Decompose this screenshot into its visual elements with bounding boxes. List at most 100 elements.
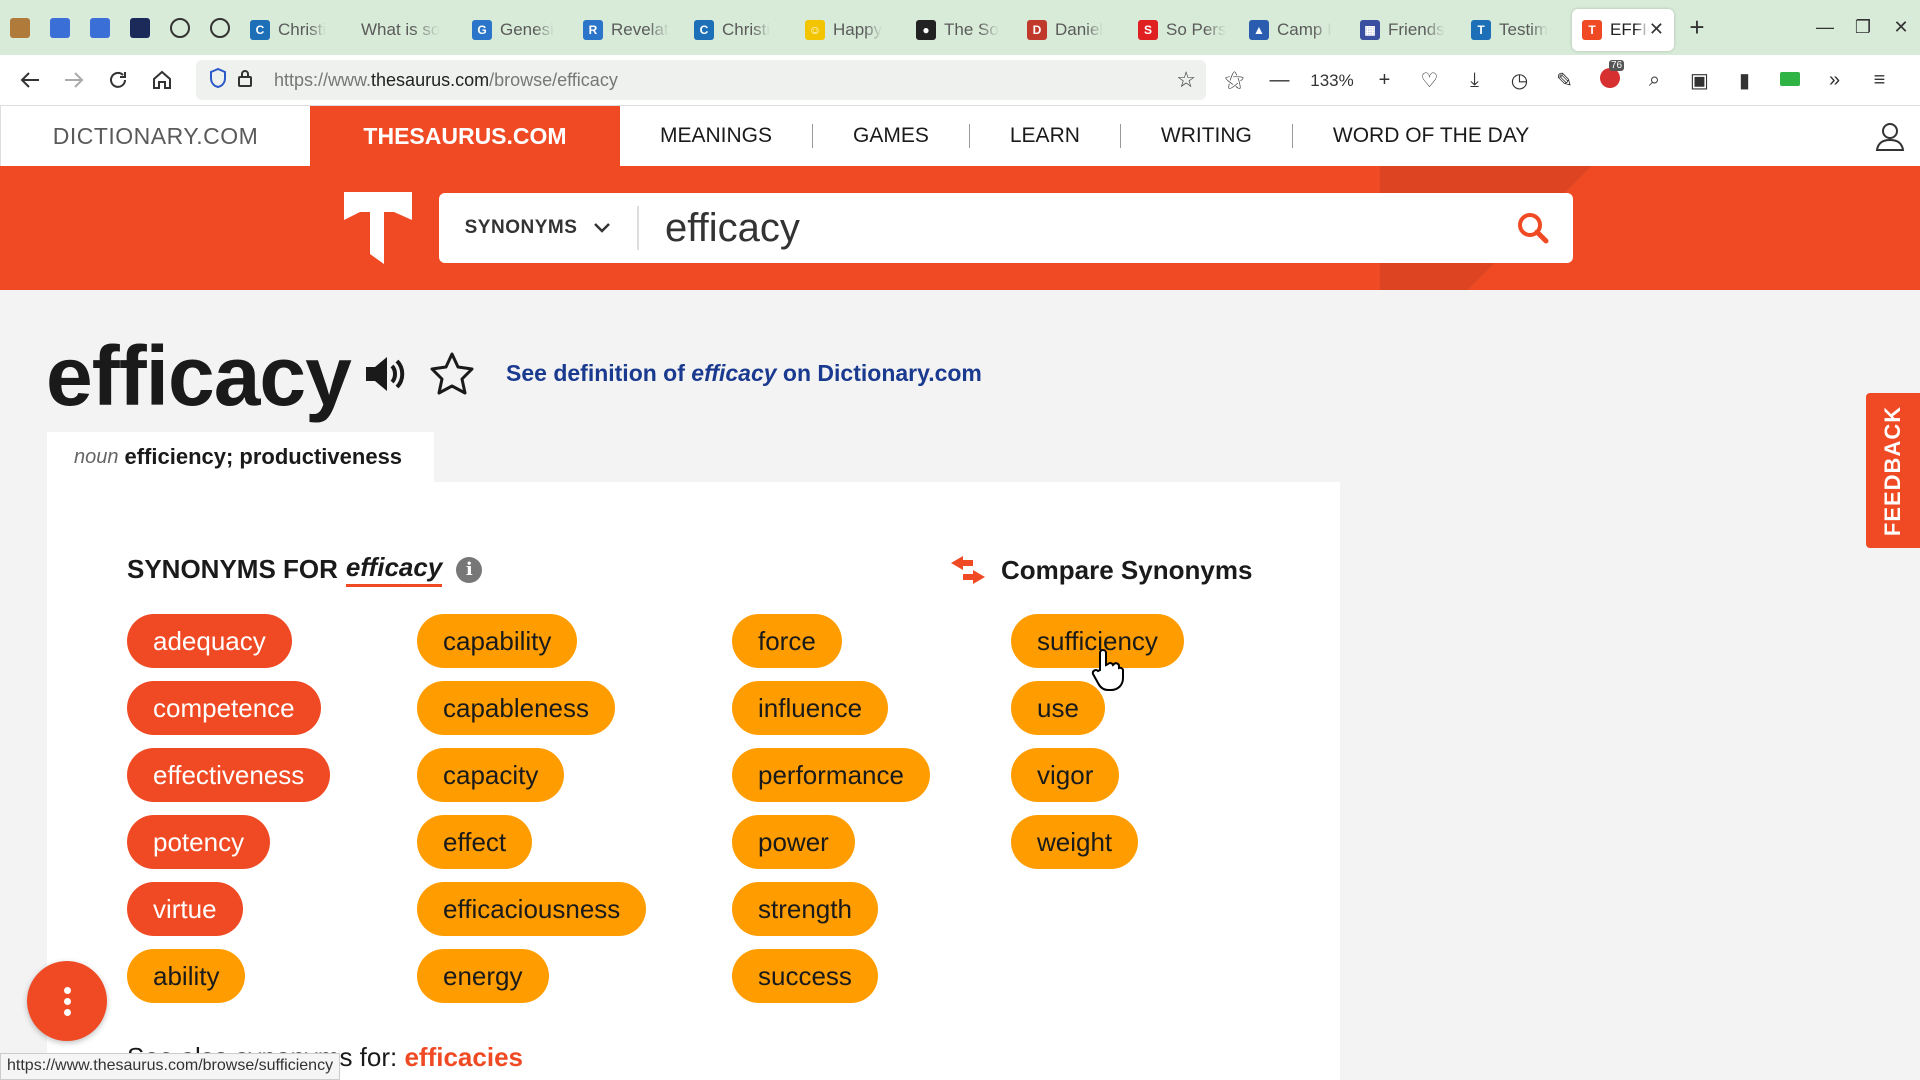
synonym-pill[interactable]: success [732, 949, 878, 1003]
browser-tab[interactable]: S So Pers [1128, 9, 1239, 51]
synonym-column-1: adequacy competence effectiveness potency vi… [127, 614, 331, 1016]
search-hero: SYNONYMS [0, 166, 1920, 290]
overflow-chevron-icon[interactable]: » [1812, 69, 1857, 92]
history-icon[interactable]: ◷ [1497, 68, 1542, 93]
browser-tab[interactable]: G Genesi [462, 9, 573, 51]
reader-list-icon[interactable]: ⚝ [1212, 69, 1257, 92]
tab-title: Christi [278, 19, 327, 39]
menu-item-learn[interactable]: LEARN [970, 124, 1121, 148]
lock-icon[interactable] [236, 67, 264, 94]
pinned-tab[interactable] [80, 0, 120, 55]
synonym-pill[interactable]: weight [1011, 815, 1139, 869]
browser-tab[interactable]: What is so [351, 9, 462, 51]
downloads-icon[interactable]: ⤓ [1452, 69, 1497, 92]
see-definition-link[interactable]: See definition of efficacy on Dictionary… [506, 360, 982, 387]
zoom-level[interactable]: 133% [1302, 71, 1362, 91]
synonym-pill[interactable]: efficaciousness [417, 882, 647, 936]
favorite-star-icon[interactable] [428, 350, 476, 398]
browser-tab[interactable]: ▦ Friends [1350, 9, 1461, 51]
tab-title: EFFIC [1610, 19, 1649, 39]
zoom-in-icon[interactable]: + [1362, 69, 1407, 92]
browser-tab[interactable]: R Revelat [573, 9, 684, 51]
user-account-icon[interactable] [1874, 120, 1906, 152]
thesaurus-tab[interactable]: THESAURUS.COM [310, 106, 620, 166]
browser-tab[interactable]: D Daniel [1017, 9, 1128, 51]
tab-favicon: G [472, 19, 492, 40]
url-bar[interactable]: https://www.thesaurus.com/browse/efficac… [196, 60, 1206, 100]
synonym-column-2: capability capableness capacity effect effic… [417, 614, 647, 1016]
menu-item-games[interactable]: GAMES [813, 124, 970, 148]
docs-icon [90, 17, 110, 38]
synonym-pill[interactable]: vigor [1011, 748, 1120, 802]
search-input[interactable] [639, 198, 1493, 258]
tab-favicon: T [1471, 19, 1491, 40]
search-extension-icon[interactable]: ⌕ [1632, 69, 1677, 92]
thesaurus-favicon: T [1582, 19, 1602, 40]
extension-feather-icon[interactable]: ✎ [1542, 68, 1587, 93]
synonym-pill[interactable]: virtue [127, 882, 243, 936]
dictionary-tab[interactable]: DICTIONARY.COM [0, 106, 310, 166]
pocket-icon[interactable]: ♡ [1407, 68, 1452, 93]
hamburger-menu-icon[interactable]: ≡ [1857, 69, 1902, 92]
menu-item-writing[interactable]: WRITING [1121, 124, 1293, 148]
back-icon[interactable] [8, 55, 52, 106]
close-window-icon[interactable]: ✕ [1882, 17, 1920, 38]
pinned-tab[interactable] [120, 0, 160, 55]
tab-favicon: D [1027, 19, 1047, 40]
search-type-dropdown[interactable]: SYNONYMS [439, 206, 639, 250]
info-icon[interactable]: i [456, 556, 483, 583]
synonym-pill[interactable]: potency [127, 815, 271, 869]
synonym-pill[interactable]: competence [127, 681, 321, 735]
pinned-tab[interactable] [40, 0, 80, 55]
bookmark-star-icon[interactable]: ☆ [1176, 67, 1196, 93]
synonym-pill[interactable]: force [732, 614, 842, 668]
minimize-icon[interactable]: — [1806, 17, 1844, 38]
home-icon[interactable] [140, 55, 184, 106]
compare-synonyms-button[interactable]: Compare Synonyms [949, 554, 1252, 586]
synonym-pill[interactable]: effect [417, 815, 533, 869]
browser-tab[interactable]: T Testim [1461, 9, 1572, 51]
active-tab[interactable]: T EFFIC ✕ [1572, 8, 1674, 51]
pinned-tab[interactable] [0, 0, 40, 55]
tracking-shield-icon[interactable] [208, 67, 236, 94]
url-text[interactable]: https://www.thesaurus.com/browse/efficac… [274, 70, 618, 91]
sense-tab[interactable]: noun efficiency; productiveness [47, 432, 434, 482]
synonym-pill[interactable]: effectiveness [127, 748, 331, 802]
synonym-pill[interactable]: capableness [417, 681, 615, 735]
browser-tab[interactable]: ▲ Camp I [1239, 9, 1350, 51]
synonym-pill[interactable]: energy [417, 949, 549, 1003]
forward-icon[interactable] [52, 55, 96, 106]
synonym-pill[interactable]: ability [127, 949, 246, 1003]
restore-icon[interactable]: ❐ [1844, 17, 1882, 38]
zoom-out-icon[interactable]: — [1257, 69, 1302, 92]
synonym-pill[interactable]: capability [417, 614, 578, 668]
toolbox-extension-icon[interactable]: ▣ [1677, 68, 1722, 93]
synonym-pill[interactable]: influence [732, 681, 889, 735]
synonym-pill[interactable]: adequacy [127, 614, 292, 668]
reload-icon[interactable] [96, 55, 140, 106]
browser-tab[interactable]: C Christi [684, 9, 795, 51]
see-also-link[interactable]: efficacies [404, 1042, 523, 1072]
synonym-pill[interactable]: performance [732, 748, 930, 802]
menu-item-word-of-the-day[interactable]: WORD OF THE DAY [1293, 124, 1569, 148]
synonym-pill[interactable]: strength [732, 882, 878, 936]
pinned-tab[interactable] [160, 0, 200, 55]
synonym-pill[interactable]: capacity [417, 748, 565, 802]
close-tab-icon[interactable]: ✕ [1649, 19, 1664, 40]
pinned-tab[interactable] [200, 0, 240, 55]
browser-tab[interactable]: ☺ Happy [795, 9, 906, 51]
browser-tab[interactable]: ● The So [906, 9, 1017, 51]
pronunciation-speaker-icon[interactable] [362, 352, 408, 396]
more-options-button[interactable] [27, 961, 107, 1041]
money-extension-icon[interactable] [1767, 69, 1812, 92]
tab-title: The So [944, 19, 999, 39]
feedback-button[interactable]: FEEDBACK [1866, 393, 1920, 548]
adblock-icon[interactable]: 76 [1587, 59, 1632, 94]
new-tab-button[interactable]: + [1674, 12, 1720, 43]
thesaurus-logo-icon[interactable] [344, 192, 412, 264]
bookmark-extension-icon[interactable]: ▮ [1722, 68, 1767, 93]
browser-tab[interactable]: C Christi [240, 9, 351, 51]
synonym-pill[interactable]: power [732, 815, 855, 869]
search-button[interactable] [1493, 198, 1573, 258]
menu-item-meanings[interactable]: MEANINGS [620, 124, 814, 148]
